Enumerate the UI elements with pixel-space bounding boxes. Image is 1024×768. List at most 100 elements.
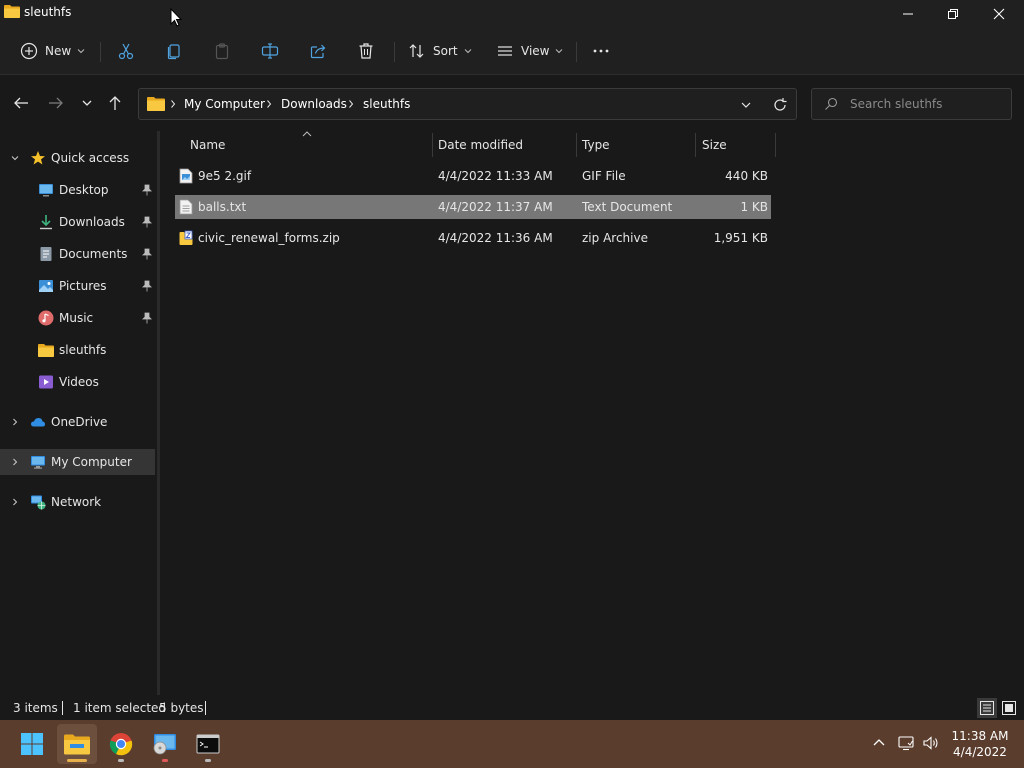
more-options-button[interactable] <box>592 37 610 65</box>
breadcrumb-my-computer[interactable]: My Computer <box>184 97 265 111</box>
breadcrumb-downloads[interactable]: Downloads <box>281 97 347 111</box>
disk-management-icon <box>153 734 176 755</box>
cut-button[interactable] <box>117 37 135 65</box>
selection-count: 1 item selected <box>73 701 167 715</box>
copy-button[interactable] <box>165 37 183 65</box>
sidebar-item-documents[interactable]: Documents <box>0 241 155 267</box>
sidebar-item-videos[interactable]: Videos <box>0 369 155 395</box>
file-row[interactable]: civic_renewal_forms.zip 4/4/2022 11:36 A… <box>175 226 771 250</box>
scissors-icon <box>118 43 134 60</box>
close-button[interactable] <box>976 0 1022 28</box>
sidebar-item-sleuthfs[interactable]: sleuthfs <box>0 337 155 363</box>
taskbar-chrome[interactable] <box>101 724 141 764</box>
pin-icon[interactable] <box>141 216 153 228</box>
start-button[interactable] <box>12 724 52 764</box>
forward-button[interactable] <box>46 93 66 113</box>
column-divider[interactable] <box>432 133 433 157</box>
recent-locations-button[interactable] <box>77 93 97 113</box>
sidebar-item-desktop[interactable]: Desktop <box>0 177 155 203</box>
breadcrumb-sleuthfs[interactable]: sleuthfs <box>363 97 410 111</box>
column-divider[interactable] <box>775 133 776 157</box>
pin-icon[interactable] <box>141 248 153 260</box>
chevron-right-icon[interactable] <box>10 417 20 427</box>
taskbar-file-explorer[interactable] <box>57 724 97 764</box>
sidebar-item-label: My Computer <box>51 455 132 469</box>
clock-time: 11:38 AM <box>951 729 1009 743</box>
taskbar-terminal[interactable] <box>188 724 228 764</box>
column-header-name[interactable]: Name <box>190 131 225 159</box>
refresh-icon[interactable] <box>772 97 788 113</box>
file-explorer-icon <box>64 734 90 755</box>
music-icon <box>38 310 54 326</box>
sidebar-item-my-computer[interactable]: My Computer <box>0 449 155 475</box>
taskbar-disk-app[interactable] <box>145 724 185 764</box>
network-status-icon[interactable] <box>897 734 915 752</box>
column-header-date-modified[interactable]: Date modified <box>438 131 523 159</box>
address-bar[interactable]: My Computer Downloads sleuthfs <box>138 88 797 120</box>
column-header-size[interactable]: Size <box>702 131 727 159</box>
new-button[interactable]: New <box>20 37 85 65</box>
separator <box>576 42 577 62</box>
separator <box>100 42 101 62</box>
column-header-type[interactable]: Type <box>582 131 610 159</box>
system-clock[interactable]: 11:38 AM 4/4/2022 <box>940 728 1020 760</box>
status-bar: 3 items 1 item selected 5 bytes <box>0 696 1024 720</box>
volume-icon[interactable] <box>922 734 940 752</box>
navigation-pane: Quick access Desktop Downloads Documents <box>0 131 157 695</box>
chevron-right-icon <box>349 100 354 108</box>
search-icon <box>825 97 838 110</box>
minimize-button[interactable] <box>885 0 931 28</box>
delete-button[interactable] <box>357 37 375 65</box>
back-button[interactable] <box>11 93 31 113</box>
file-size: 1,951 KB <box>713 231 768 245</box>
chevron-down-icon[interactable] <box>10 153 20 163</box>
chevron-right-icon <box>171 100 176 108</box>
file-name: civic_renewal_forms.zip <box>198 231 340 245</box>
large-icons-view-button[interactable] <box>999 698 1019 718</box>
download-icon <box>40 215 52 230</box>
chevron-right-icon[interactable] <box>10 497 20 507</box>
share-button[interactable] <box>309 37 327 65</box>
mouse-cursor-icon <box>170 8 182 27</box>
details-view-button[interactable] <box>977 698 997 718</box>
view-button[interactable]: View <box>496 37 563 65</box>
pin-icon[interactable] <box>141 280 153 292</box>
file-date: 4/4/2022 11:37 AM <box>438 200 553 214</box>
paste-button[interactable] <box>213 37 231 65</box>
up-button[interactable] <box>105 93 125 113</box>
sidebar-scrollbar[interactable] <box>157 131 160 695</box>
chevron-up-icon[interactable] <box>870 734 888 752</box>
more-icon <box>593 49 609 53</box>
minimize-icon <box>903 13 913 15</box>
chevron-down-icon[interactable] <box>739 98 753 112</box>
sidebar-item-music[interactable]: Music <box>0 305 155 331</box>
chevron-down-icon <box>77 49 85 54</box>
sidebar-item-pictures[interactable]: Pictures <box>0 273 155 299</box>
pin-icon[interactable] <box>141 312 153 324</box>
selection-size: 5 bytes <box>159 701 204 715</box>
file-date: 4/4/2022 11:36 AM <box>438 231 553 245</box>
chevron-right-icon[interactable] <box>10 457 20 467</box>
sidebar-item-downloads[interactable]: Downloads <box>0 209 155 235</box>
restore-button[interactable] <box>930 0 976 28</box>
pin-icon[interactable] <box>141 184 153 196</box>
file-row[interactable]: 9e5 2.gif 4/4/2022 11:33 AM GIF File 440… <box>175 164 771 188</box>
running-indicator <box>205 759 211 762</box>
windows-logo-icon <box>21 733 43 755</box>
share-icon <box>310 44 326 59</box>
running-indicator <box>67 759 87 762</box>
file-row[interactable]: balls.txt 4/4/2022 11:37 AM Text Documen… <box>175 195 771 219</box>
rename-button[interactable] <box>261 37 279 65</box>
sidebar-item-quick-access[interactable]: Quick access <box>0 145 155 171</box>
sidebar-item-onedrive[interactable]: OneDrive <box>0 409 155 435</box>
document-icon <box>40 247 52 261</box>
chrome-icon <box>109 733 133 756</box>
pictures-icon <box>39 280 53 292</box>
sidebar-item-network[interactable]: Network <box>0 489 155 515</box>
search-box[interactable] <box>811 88 1012 120</box>
sort-button[interactable]: Sort <box>408 37 472 65</box>
column-divider[interactable] <box>576 133 577 157</box>
sidebar-item-label: sleuthfs <box>59 343 107 357</box>
column-divider[interactable] <box>695 133 696 157</box>
search-input[interactable] <box>850 95 1005 113</box>
